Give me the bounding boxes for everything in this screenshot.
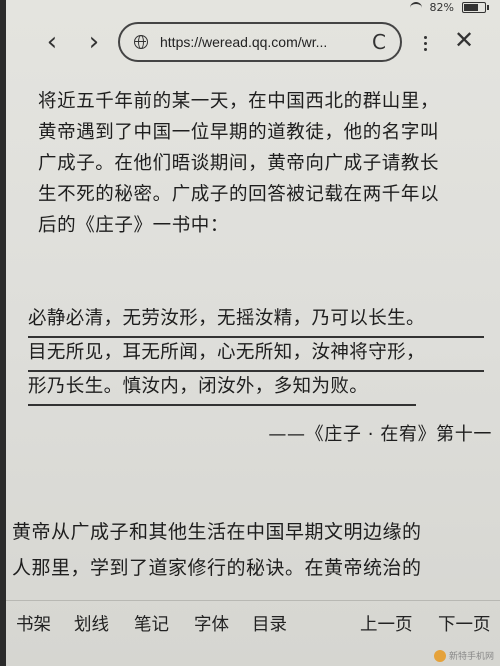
next-paragraph: 黄帝从广成子和其他生活在中国早期文明边缘的 人那里，学到了道家修行的秘诀。在黄帝… <box>12 514 496 586</box>
text-line: 生不死的秘密。广成子的回答被记载在两千年以 <box>38 184 440 205</box>
watermark-logo-icon <box>433 649 446 662</box>
notes-button[interactable]: 笔记 <box>134 611 169 636</box>
url-text: https://weread.qq.com/wr... <box>160 34 328 50</box>
address-bar[interactable]: https://weread.qq.com/wr... C <box>118 22 402 62</box>
bookshelf-button[interactable]: 书架 <box>16 611 51 636</box>
forward-button[interactable]: › <box>78 26 110 58</box>
intro-paragraph: 将近五千年前的某一天，在中国西北的群山里， 黄帝遇到了中国一位早期的道教徒，他的… <box>38 86 496 241</box>
quote-line[interactable]: 形乃长生。慎汝内，闭汝外，多知为败。 <box>28 372 416 406</box>
reader-toolbar: 书架 划线 笔记 字体 目录 上一页 下一页 <box>6 600 500 645</box>
quote-line[interactable]: 必静必清，无劳汝形，无摇汝精，乃可以长生。 <box>28 304 484 338</box>
back-button[interactable]: ‹ <box>36 26 68 58</box>
status-bar: 82% <box>409 0 489 14</box>
text-line: 广成子。在他们晤谈期间，黄帝向广成子请教长 <box>38 153 440 174</box>
close-icon[interactable]: ✕ <box>454 26 474 54</box>
chevron-left-icon: ‹ <box>46 27 58 57</box>
reload-icon[interactable]: C <box>372 30 386 54</box>
battery-icon <box>462 1 489 13</box>
reader-screen: 82% ‹ › https://weread.qq.com/wr... C ✕ … <box>0 0 500 666</box>
globe-icon <box>134 35 148 49</box>
next-page-button[interactable]: 下一页 <box>438 611 491 636</box>
contents-button[interactable]: 目录 <box>252 611 287 636</box>
watermark: 新特手机网 <box>433 649 494 662</box>
more-menu-icon[interactable] <box>418 30 432 56</box>
text-line: 黄帝从广成子和其他生活在中国早期文明边缘的 <box>12 521 422 543</box>
wifi-icon <box>409 2 422 12</box>
font-button[interactable]: 字体 <box>194 611 229 636</box>
quote-line[interactable]: 目无所见，耳无所闻，心无所知，汝神将守形， <box>28 338 484 372</box>
underlined-quote[interactable]: 必静必清，无劳汝形，无摇汝精，乃可以长生。 目无所见，耳无所闻，心无所知，汝神将… <box>28 304 484 406</box>
chevron-right-icon: › <box>88 27 100 57</box>
text-line: 黄帝遇到了中国一位早期的道教徒，他的名字叫 <box>38 122 440 143</box>
quote-source: ——《庄子 · 在宥》第十一 <box>268 424 492 445</box>
text-line: 后的《庄子》一书中： <box>38 215 230 236</box>
battery-percent: 82% <box>429 0 454 14</box>
text-line: 人那里，学到了道家修行的秘诀。在黄帝统治的 <box>12 557 422 579</box>
device-bezel <box>0 0 6 666</box>
browser-bar: ‹ › https://weread.qq.com/wr... C ✕ <box>6 18 500 76</box>
highlight-button[interactable]: 划线 <box>74 611 109 636</box>
text-line: 将近五千年前的某一天，在中国西北的群山里， <box>38 91 440 112</box>
prev-page-button[interactable]: 上一页 <box>360 611 413 636</box>
